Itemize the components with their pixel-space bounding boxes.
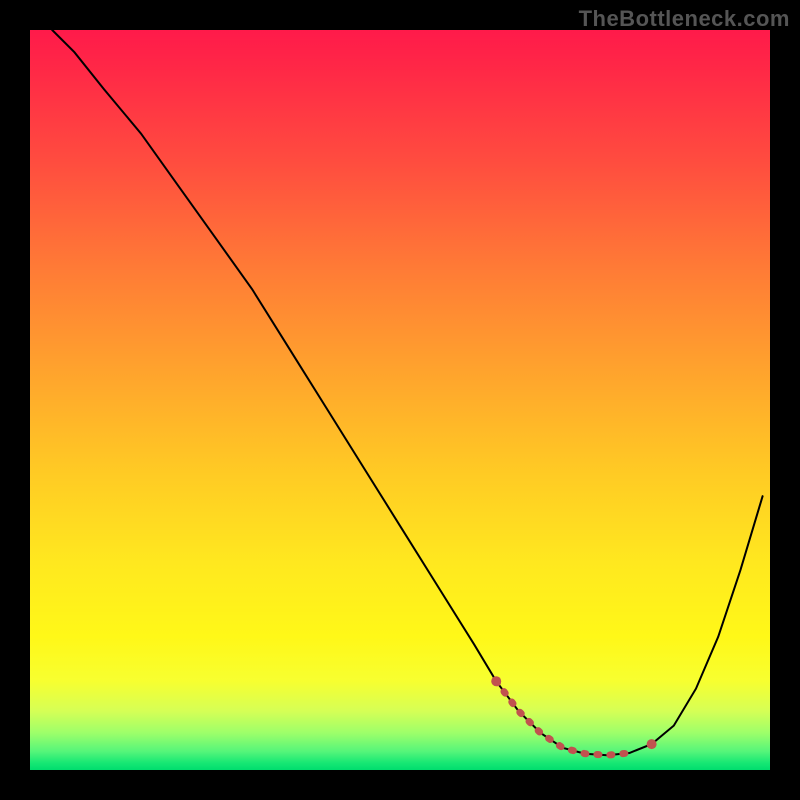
chart-stage: TheBottleneck.com [0,0,800,800]
plot-area [30,30,770,770]
watermark-text: TheBottleneck.com [579,6,790,32]
highlight-dots [491,676,656,755]
curve-svg [30,30,770,770]
bottleneck-curve-line [52,30,762,755]
